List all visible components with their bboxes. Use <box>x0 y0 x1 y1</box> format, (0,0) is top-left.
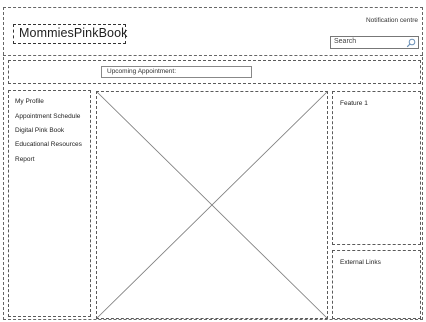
sidebar-item-appointment-schedule[interactable]: Appointment Schedule <box>15 113 80 120</box>
upcoming-appointment-label: Upcoming Appointment: <box>107 68 177 75</box>
header-divider <box>3 55 423 56</box>
sidebar-nav: My Profile Appointment Schedule Digital … <box>8 90 91 317</box>
search-placeholder: Search <box>334 38 357 45</box>
search-icon[interactable] <box>406 38 416 48</box>
external-links-title: External Links <box>340 259 381 266</box>
logo-text: MommiesPinkBook <box>19 26 128 40</box>
upcoming-appointment-field[interactable]: Upcoming Appointment: <box>101 66 252 78</box>
feature-title: Feature 1 <box>340 100 368 107</box>
sidebar-item-digital-pink-book[interactable]: Digital Pink Book <box>15 127 64 134</box>
sidebar-item-educational-resources[interactable]: Educational Resources <box>15 141 82 148</box>
notification-centre-link[interactable]: Notification centre <box>366 17 418 24</box>
sidebar-item-report[interactable]: Report <box>15 156 35 163</box>
image-placeholder-icon <box>97 92 327 318</box>
search-input[interactable]: Search <box>330 36 419 49</box>
main-content-image-placeholder <box>96 91 328 319</box>
sidebar-item-my-profile[interactable]: My Profile <box>15 98 44 105</box>
logo[interactable]: MommiesPinkBook <box>13 24 128 44</box>
external-links-panel: External Links <box>332 250 421 319</box>
feature-panel: Feature 1 <box>332 91 421 245</box>
